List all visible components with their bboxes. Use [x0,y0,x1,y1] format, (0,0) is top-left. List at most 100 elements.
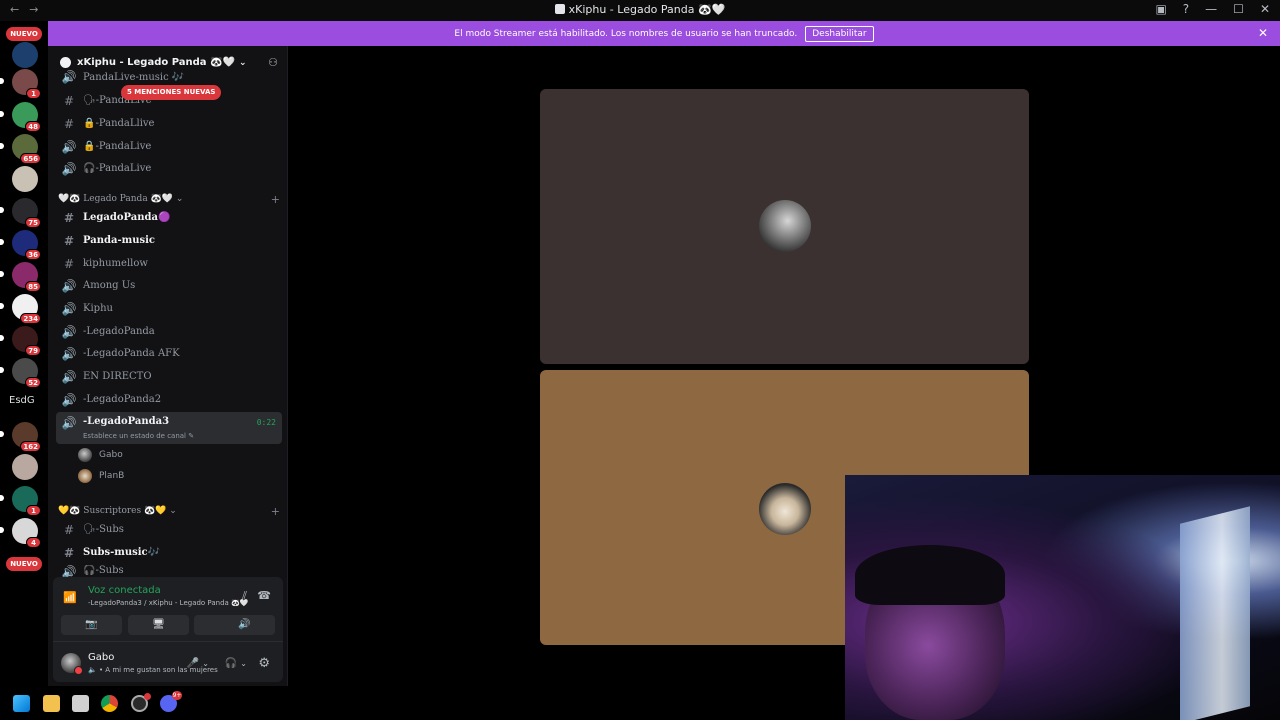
windows-taskbar: 9+ [0,686,845,720]
channel-among-us[interactable]: 🔊 Among Us [56,275,282,296]
server-icon[interactable]: 52 [12,358,41,388]
create-channel-button[interactable]: + [271,505,280,518]
minimize-button[interactable]: — [1205,2,1217,16]
voice-location[interactable]: -LegadoPanda3 / xKiphu - Legado Panda 🐼🤍 [88,599,248,607]
voice-user-planb[interactable]: PlanB [78,466,124,486]
user-name[interactable]: Gabo [88,652,114,663]
speaker-icon: 🔊 [61,416,77,430]
new-unreads-pill-top[interactable]: NUEVO [6,27,42,41]
server-list: NUEVO 1 48 656 75 36 85 234 79 52 EsdG 1… [0,21,48,686]
channel-name: -LegadoPanda2 [83,394,162,405]
unread-pill [0,527,4,533]
disable-streamer-mode-button[interactable]: Deshabilitar [805,25,874,42]
microphone-icon[interactable]: 🎤 [187,658,199,669]
guild-badge-icon [60,57,71,68]
channel-name: Panda-music [83,235,155,246]
channel-pandallive-locked[interactable]: # 🔒-PandaLlive [56,113,282,134]
file-explorer-icon[interactable] [43,695,60,712]
gear-icon[interactable]: ⚙ [258,656,270,671]
new-unreads-pill-bottom[interactable]: NUEVO [6,557,42,571]
hash-icon: # [63,93,75,108]
channel-subs-voice[interactable]: 🔊 🎧-Subs [56,565,282,577]
obs-icon[interactable] [131,693,151,712]
server-icon[interactable]: 656 [12,134,41,164]
channel-legadopanda-afk[interactable]: 🔊 -LegadoPanda AFK [56,343,282,364]
voice-user-gabo[interactable]: Gabo [78,445,123,465]
channel-legadopanda[interactable]: # LegadoPanda🟣 [56,207,282,228]
channel-pandalive-locked-voice[interactable]: 🔊 🔒-PandaLive [56,136,282,157]
window-title: xKiphu - Legado Panda 🐼🤍 [0,3,1280,16]
help-icon[interactable]: ? [1183,2,1189,16]
hash-icon: # [63,233,75,248]
channel-name: Kiphu [83,303,113,314]
mention-badge: 52 [25,377,41,388]
channel-name: 🗣-Subs [83,524,124,535]
speaker-icon: 🔊 [61,70,77,84]
create-channel-button[interactable]: + [271,193,280,206]
channel-name: 🎧-Subs [83,565,124,576]
close-window-button[interactable]: ✕ [1260,2,1270,16]
close-icon[interactable]: ✕ [1258,26,1268,40]
server-acronym-esdg[interactable]: EsdG [9,395,35,406]
channel-sidebar: xKiphu - Legado Panda 🐼🤍 ⌄ ⚇ 🔊 PandaLive… [48,46,288,686]
panel-divider [53,641,283,642]
soundboard-button[interactable]: 🔊 [214,615,275,635]
disconnect-icon[interactable]: ☎ [257,589,271,602]
invite-icon[interactable]: ⚇ [268,56,278,69]
server-icon[interactable]: 4 [12,518,41,548]
chevron-down-icon[interactable]: ⌄ [202,659,209,668]
chevron-down-icon[interactable]: ⌄ [240,659,247,668]
channel-legadopanda2[interactable]: 🔊 -LegadoPanda2 [56,389,282,410]
server-icon[interactable]: 1 [12,69,41,99]
channel-legadopanda3-active[interactable]: 🔊 -LegadoPanda3 0:22 Establece un estado… [56,412,282,444]
mention-badge: 36 [25,249,41,260]
channel-panda-music[interactable]: # Panda-music [56,230,282,251]
channel-pandalive-headphones[interactable]: 🔊 🎧-PandaLive [56,158,282,179]
maximize-button[interactable]: ☐ [1233,2,1244,16]
server-icon[interactable]: 75 [12,198,41,228]
chevron-down-icon: ⌄ [169,506,177,516]
channel-legadopanda-voice[interactable]: 🔊 -LegadoPanda [56,321,282,342]
voice-user-name: PlanB [99,471,125,481]
headphones-icon[interactable]: 🎧 [225,658,237,669]
channel-kiphu[interactable]: 🔊 Kiphu [56,298,282,319]
channel-name: -LegadoPanda AFK [83,348,180,359]
chrome-icon[interactable] [101,695,118,712]
server-icon[interactable]: 162 [12,422,41,452]
connection-signal-icon[interactable]: 📶 [63,591,77,604]
channel-kiphumellow[interactable]: # kiphumellow [56,253,282,274]
server-icon[interactable]: 85 [12,262,41,292]
window-titlebar: ← → xKiphu - Legado Panda 🐼🤍 ▣ ? — ☐ ✕ [0,0,1280,21]
new-mentions-pill[interactable]: 5 MENCIONES NUEVAS [121,85,222,100]
app-icon[interactable] [72,695,89,712]
server-icon[interactable] [12,42,38,68]
server-icon[interactable] [12,454,38,480]
server-icon[interactable]: 36 [12,230,41,260]
avatar[interactable] [61,653,83,675]
channel-en-directo[interactable]: 🔊 EN DIRECTO [56,366,282,387]
inbox-icon[interactable]: ▣ [1155,2,1166,16]
server-icon[interactable]: 1 [12,486,41,516]
server-icon[interactable]: 48 [12,102,41,132]
unread-pill [0,239,4,245]
noise-suppression-icon[interactable]: ⫽ [242,589,247,603]
category-legado-panda[interactable]: 🤍🐼 Legado Panda 🐼🤍 ⌄ + [58,191,280,207]
share-screen-button[interactable]: 🖥 [128,615,189,635]
voice-connected-status[interactable]: Voz conectada [88,585,161,596]
set-channel-status[interactable]: Establece un estado de canal ✎ [83,432,194,440]
webcam-monitor-glow [1180,506,1250,720]
speaker-icon: 🔊 [61,161,77,176]
server-icon[interactable]: 79 [12,326,41,356]
discord-taskbar-icon[interactable]: 9+ [160,691,182,712]
mention-badge: 75 [25,217,41,228]
participant-tile-gabo[interactable] [540,89,1029,364]
mention-badge: 1 [26,88,41,99]
channel-pandalive-music[interactable]: 🔊 PandaLive-music 🎶 [56,70,282,84]
windows-start-icon[interactable] [13,695,30,712]
category-suscriptores[interactable]: 💛🐼 Suscriptores 🐼💛 ⌄ + [58,503,280,519]
server-icon[interactable]: 234 [12,294,41,324]
server-icon[interactable] [12,166,38,192]
camera-off-button[interactable]: 📷 [61,615,122,635]
channel-subs-music[interactable]: # Subs-music🎶 [56,542,282,563]
channel-subs[interactable]: # 🗣-Subs [56,519,282,540]
